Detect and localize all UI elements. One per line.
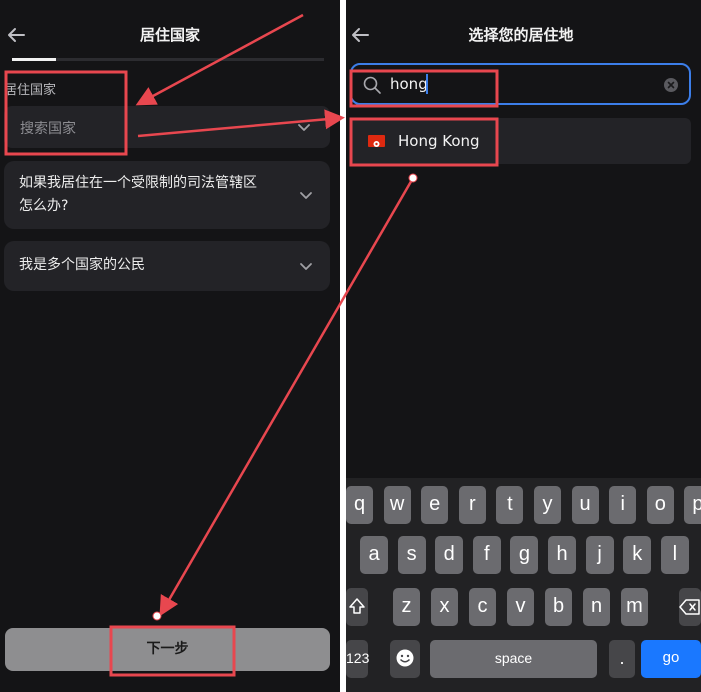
key-e[interactable]: e [421,486,449,524]
key-f[interactable]: f [472,536,501,574]
go-key[interactable]: go [641,640,701,678]
key-n[interactable]: n [583,588,610,626]
shift-icon [349,598,365,614]
flag-emblem [373,141,380,147]
back-arrow-icon[interactable] [2,20,32,50]
search-value: hong [390,75,428,93]
search-icon [363,76,381,94]
progress-fill [12,58,56,61]
country-placeholder: 搜索国家 [20,121,76,137]
chevron-down-icon [300,192,312,199]
key-g[interactable]: g [510,536,539,574]
key-v[interactable]: v [507,588,534,626]
page-title: 居住国家 [139,26,200,44]
numbers-key[interactable]: 123 [346,640,369,678]
key-u[interactable]: u [571,486,599,524]
key-j[interactable]: j [585,536,614,574]
period-key[interactable]: . [609,640,635,678]
select-residence-screen: 选择您的居住地 hong Hong Kong qwertyuiop asdfgh… [346,0,701,692]
key-w[interactable]: w [383,486,411,524]
key-c[interactable]: c [469,588,496,626]
key-i[interactable]: i [609,486,637,524]
residence-country-screen: 居住国家 居住国家 搜索国家 如果我居住在一个受限制的司法管辖区怎么办? 我是多… [0,0,340,692]
key-y[interactable]: y [534,486,561,524]
key-l[interactable]: l [660,536,689,574]
field-label: 居住国家 [4,83,57,98]
on-screen-keyboard: qwertyuiop asdfghjkl zxcvbnm 123 space . [346,478,701,692]
key-x[interactable]: x [431,588,458,626]
key-q[interactable]: q [346,486,373,524]
key-h[interactable]: h [548,536,576,574]
key-p[interactable]: p [684,486,701,524]
key-s[interactable]: s [397,536,426,574]
country-result-item[interactable]: Hong Kong [350,118,691,164]
faq-item-label: 我是多个国家的公民 [19,257,145,273]
hong-kong-flag-icon [368,135,385,147]
key-k[interactable]: k [623,536,652,574]
country-search-select[interactable]: 搜索国家 [4,106,330,148]
progress-bar [12,58,324,61]
next-step-button[interactable]: 下一步 [5,628,330,671]
country-name: Hong Kong [398,132,480,150]
back-arrow-icon[interactable] [346,20,376,50]
chevron-down-icon [300,263,312,270]
page-title: 选择您的居住地 [468,26,574,44]
key-z[interactable]: z [393,588,420,626]
search-input[interactable]: hong [350,63,691,105]
backspace-key[interactable] [679,588,701,626]
clear-icon[interactable] [663,77,679,93]
key-m[interactable]: m [621,588,648,626]
faq-item-multiple-citizenship[interactable]: 我是多个国家的公民 [4,241,330,291]
key-r[interactable]: r [458,486,486,524]
text-cursor [426,74,428,94]
key-t[interactable]: t [496,486,524,524]
key-b[interactable]: b [545,588,572,626]
space-key[interactable]: space [430,640,597,678]
key-o[interactable]: o [646,486,674,524]
chevron-down-icon [298,124,310,131]
faq-item-restricted-jurisdiction[interactable]: 如果我居住在一个受限制的司法管辖区怎么办? [4,161,330,229]
emoji-key[interactable] [390,640,420,678]
key-a[interactable]: a [360,536,388,574]
backspace-icon [679,599,700,615]
shift-key[interactable] [346,588,368,626]
key-d[interactable]: d [435,536,464,574]
faq-item-label: 如果我居住在一个受限制的司法管辖区怎么办? [19,175,257,214]
emoji-icon [396,649,414,667]
